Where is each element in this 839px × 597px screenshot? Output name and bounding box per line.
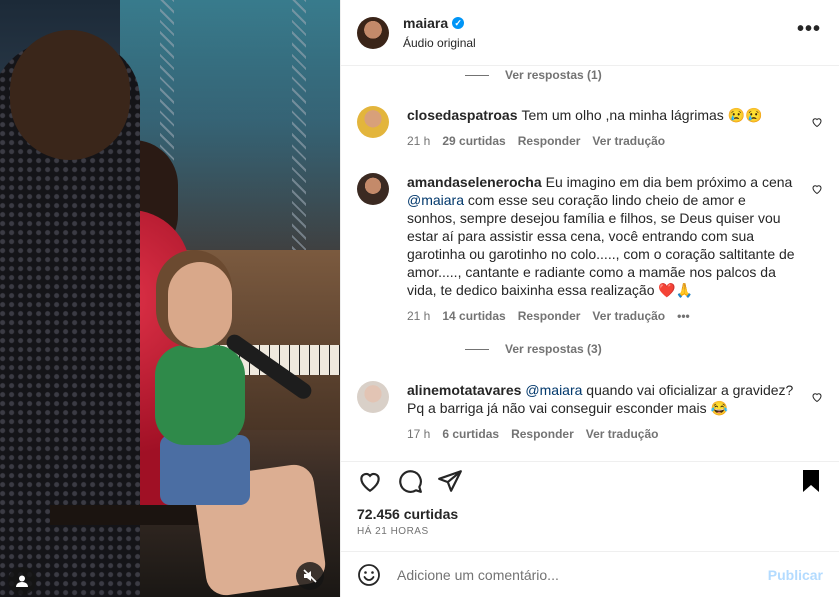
avatar[interactable]: [357, 16, 389, 49]
singer-hair-blonde: [10, 30, 130, 160]
post-time[interactable]: HÁ 21 HORAS: [357, 526, 429, 537]
comment-username[interactable]: alinemotatavares: [407, 382, 521, 398]
like-comment-icon[interactable]: [811, 391, 823, 403]
audio-label[interactable]: Áudio original: [403, 36, 476, 50]
child-shirt: [155, 345, 245, 445]
comment-item: amandaselenerocha Eu imagino em dia bem p…: [357, 173, 823, 325]
comment-time[interactable]: 17 h: [407, 425, 430, 443]
comment-likes[interactable]: 14 curtidas: [442, 307, 505, 325]
reply-button[interactable]: Responder: [511, 425, 574, 443]
mention-link[interactable]: @maiara: [525, 382, 582, 398]
emoji-icon[interactable]: [357, 563, 381, 587]
comment-item: closedaspatroas Tem um olho ,na minha lág…: [357, 106, 823, 150]
mute-icon[interactable]: [296, 562, 324, 590]
send-icon[interactable]: [437, 468, 463, 494]
like-comment-icon[interactable]: [811, 116, 823, 128]
post-header: maiara ✓ Áudio original •••: [341, 0, 839, 66]
like-comment-icon[interactable]: [811, 183, 823, 195]
comment-icon[interactable]: [397, 468, 423, 494]
view-replies-button[interactable]: Ver respostas (3): [465, 342, 602, 356]
reply-button[interactable]: Responder: [518, 132, 581, 150]
divider-line: [465, 348, 489, 350]
comment-text: com esse seu coração lindo cheio de amor…: [407, 192, 795, 298]
post-panel: maiara ✓ Áudio original ••• Ver resposta…: [340, 0, 839, 597]
reply-button[interactable]: Responder: [518, 307, 581, 325]
comment-username[interactable]: closedaspatroas: [407, 107, 518, 123]
comment-more-icon[interactable]: •••: [677, 307, 690, 325]
comment-input[interactable]: [397, 566, 768, 583]
comment-text: Tem um olho ,na minha lágrimas 😢😢: [521, 107, 763, 123]
more-options-icon[interactable]: •••: [797, 18, 821, 41]
mention-link[interactable]: @maiara: [407, 192, 464, 208]
view-replies-label: Ver respostas (3): [505, 342, 602, 356]
child-shorts: [160, 435, 250, 505]
comments-list: Ver respostas (1) closedaspatroas Tem um …: [341, 66, 839, 461]
view-replies-label: Ver respostas (1): [505, 68, 602, 82]
post-actions: 72.456 curtidas HÁ 21 HORAS Publicar: [341, 461, 839, 597]
view-replies-button[interactable]: Ver respostas (1): [465, 68, 602, 82]
comment-composer: Publicar: [341, 551, 839, 597]
post-username[interactable]: maiara: [403, 15, 448, 31]
avatar[interactable]: [357, 173, 389, 205]
translate-button[interactable]: Ver tradução: [592, 132, 665, 150]
stage-truss: [292, 0, 306, 260]
divider-line: [465, 74, 489, 76]
likes-count[interactable]: 72.456 curtidas: [357, 506, 458, 522]
child-head: [168, 262, 232, 348]
comment-time[interactable]: 21 h: [407, 307, 430, 325]
verified-icon: ✓: [452, 17, 465, 29]
translate-button[interactable]: Ver tradução: [592, 307, 665, 325]
post-media[interactable]: [0, 0, 340, 597]
comment-likes[interactable]: 6 curtidas: [442, 425, 499, 443]
user-tag-icon[interactable]: [8, 567, 36, 595]
heart-icon[interactable]: [357, 468, 383, 494]
translate-button[interactable]: Ver tradução: [586, 425, 659, 443]
bookmark-icon[interactable]: [799, 468, 823, 494]
comment-username[interactable]: amandaselenerocha: [407, 174, 542, 190]
avatar[interactable]: [357, 381, 389, 413]
comment-time[interactable]: 21 h: [407, 132, 430, 150]
comment-item: alinemotatavares @maiara quando vai ofici…: [357, 381, 823, 443]
publish-button[interactable]: Publicar: [768, 567, 823, 583]
comment-text: Eu imagino em dia bem próximo a cena: [545, 174, 793, 190]
avatar[interactable]: [357, 106, 389, 138]
comment-likes[interactable]: 29 curtidas: [442, 132, 505, 150]
